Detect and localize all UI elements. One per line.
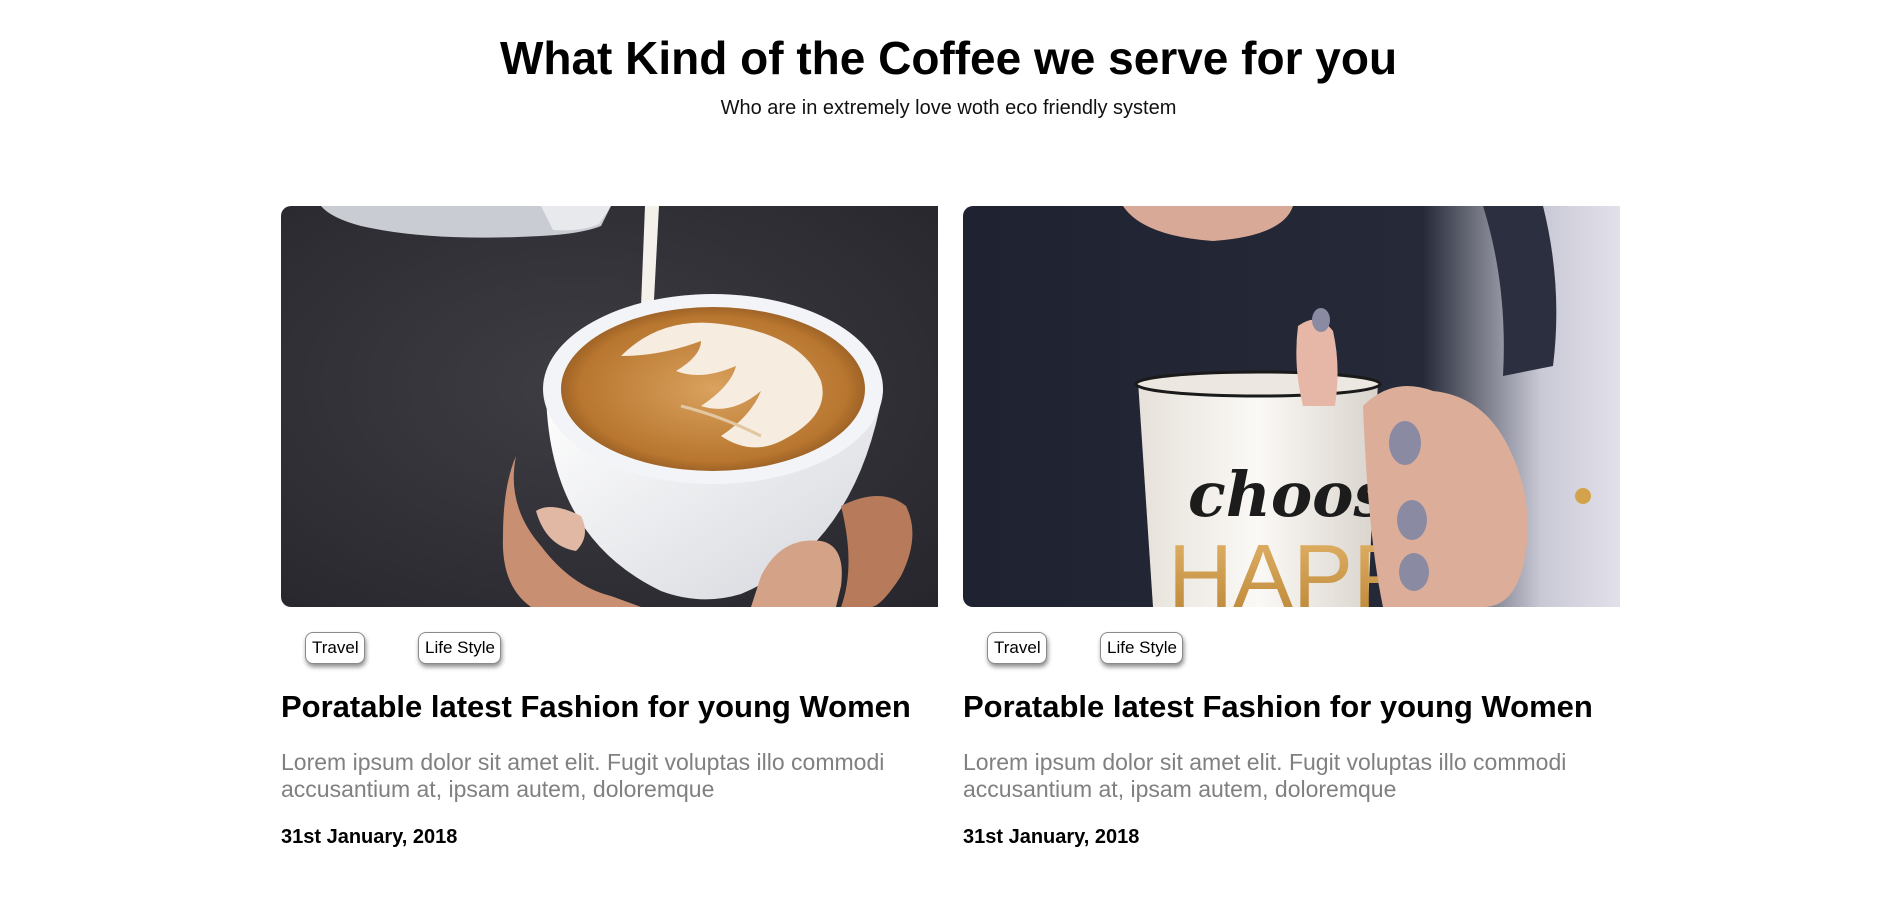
card-date: 31st January, 2018 <box>963 826 1140 848</box>
tag-travel[interactable]: Travel <box>305 632 365 664</box>
card-title[interactable]: Poratable latest Fashion for young Women <box>963 688 1593 726</box>
card-image-mug[interactable]: choose HAPPY <box>963 206 1620 607</box>
card-image-latte[interactable] <box>281 206 938 607</box>
blog-card[interactable]: choose HAPPY Travel Life Style Poratable… <box>963 206 1620 848</box>
card-title[interactable]: Poratable latest Fashion for young Women <box>281 688 911 726</box>
tag-life-style[interactable]: Life Style <box>1100 632 1183 664</box>
page-subtitle: Who are in extremely love woth eco frien… <box>720 97 1177 119</box>
card-date: 31st January, 2018 <box>281 826 458 848</box>
card-excerpt: Lorem ipsum dolor sit amet elit. Fugit v… <box>963 749 1567 802</box>
blog-card[interactable]: Travel Life Style Poratable latest Fashi… <box>281 206 938 848</box>
page-title: What Kind of the Coffee we serve for you <box>499 32 1398 84</box>
tag-travel[interactable]: Travel <box>987 632 1047 664</box>
mug-photo: choose HAPPY <box>963 206 1620 607</box>
card-excerpt: Lorem ipsum dolor sit amet elit. Fugit v… <box>281 749 885 802</box>
latte-photo <box>281 206 938 607</box>
tag-life-style[interactable]: Life Style <box>418 632 501 664</box>
